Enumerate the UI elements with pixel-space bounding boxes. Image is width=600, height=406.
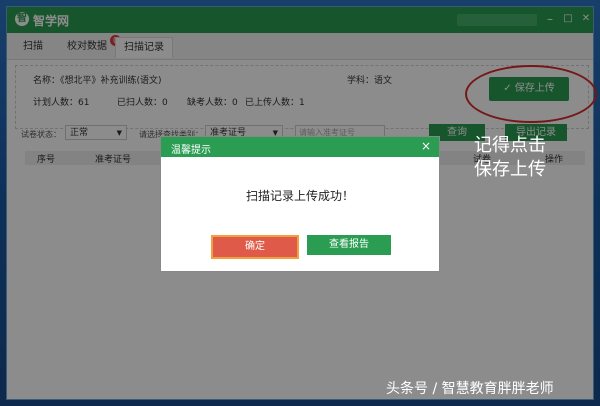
dialog-message: 扫描记录上传成功！ xyxy=(245,189,354,203)
annotation-note: 记得点击 保存上传 xyxy=(474,135,546,180)
dialog-title-bar: 温馨提示 × xyxy=(161,137,439,157)
view-report-button[interactable]: 查看报告 xyxy=(307,235,391,255)
watermark: 头条号 / 智慧教育胖胖老师 xyxy=(386,381,554,397)
dialog-close-icon[interactable]: × xyxy=(421,139,431,153)
dialog-title: 温馨提示 xyxy=(171,145,211,156)
notice-dialog: 温馨提示 × 扫描记录上传成功！ 确定 查看报告 xyxy=(160,136,440,272)
confirm-button[interactable]: 确定 xyxy=(211,235,299,259)
